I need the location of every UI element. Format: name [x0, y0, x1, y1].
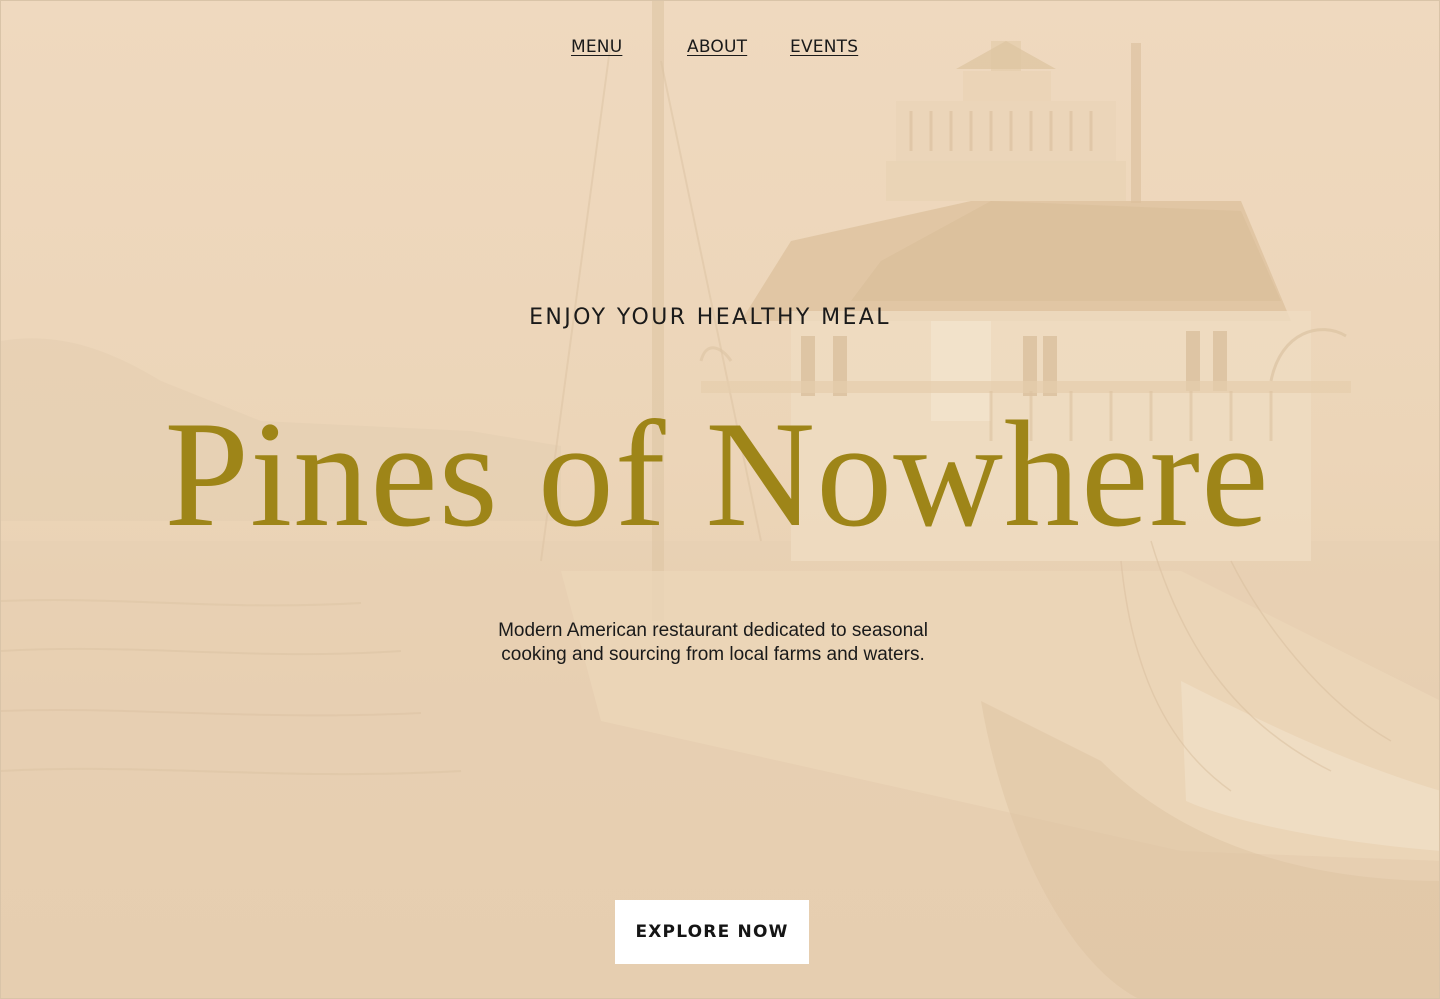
hero-title: Pines of Nowhere — [164, 390, 1270, 558]
explore-now-button[interactable]: EXPLORE NOW — [615, 900, 809, 964]
nav-link-about[interactable]: ABOUT — [687, 37, 747, 57]
hero-description: Modern American restaurant dedicated to … — [1, 619, 1425, 667]
nav-link-menu[interactable]: MENU — [571, 37, 622, 57]
nav-link-events[interactable]: EVENTS — [790, 37, 858, 57]
hero-description-line-1: Modern American restaurant dedicated to … — [498, 620, 928, 641]
hero-section: MENU ABOUT EVENTS ENJOY YOUR HEALTHY MEA… — [0, 0, 1440, 999]
hero-eyebrow: ENJOY YOUR HEALTHY MEAL — [529, 305, 891, 330]
hero-description-line-2: cooking and sourcing from local farms an… — [501, 644, 925, 665]
top-navigation: MENU ABOUT EVENTS — [1, 37, 1439, 61]
